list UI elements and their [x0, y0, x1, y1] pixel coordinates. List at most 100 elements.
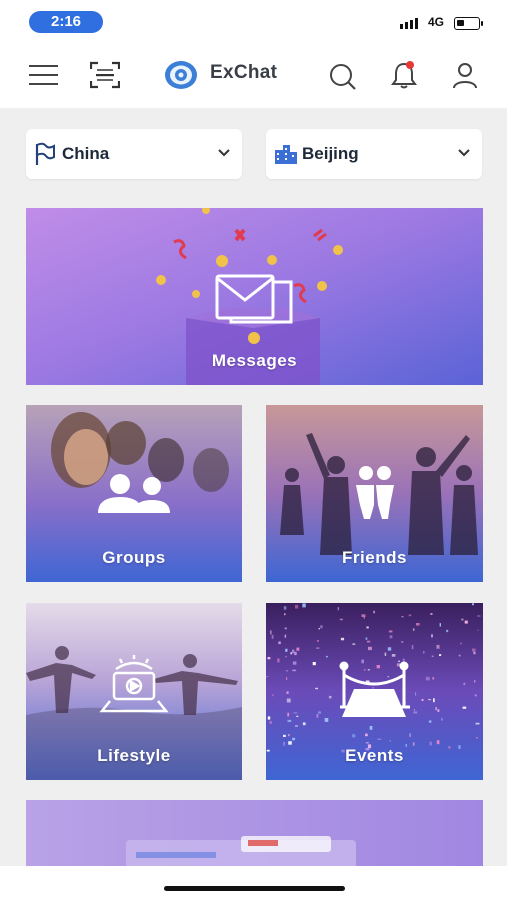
scan-icon[interactable]	[90, 61, 120, 89]
confetti-piece	[430, 613, 433, 615]
confetti-piece	[302, 722, 306, 726]
user-icon[interactable]	[452, 62, 478, 90]
confetti-piece	[296, 715, 299, 717]
confetti-piece	[292, 669, 297, 672]
confetti-piece	[284, 634, 287, 638]
confetti-piece	[372, 687, 374, 689]
network-type: 4G	[428, 15, 445, 29]
confetti-piece	[271, 634, 274, 639]
confetti-piece	[318, 711, 321, 714]
confetti-piece	[477, 629, 479, 631]
confetti-piece	[316, 647, 320, 649]
confetti-piece	[284, 627, 287, 630]
confetti-piece	[339, 618, 343, 621]
confetti-piece	[436, 644, 440, 649]
lifestyle-tile[interactable]: Lifestyle	[26, 603, 242, 780]
confetti-piece	[287, 712, 290, 717]
events-tile[interactable]: Events	[266, 603, 483, 780]
city-icon	[275, 145, 297, 164]
status-time: 2:16	[29, 11, 103, 33]
confetti-piece	[388, 630, 393, 633]
confetti-piece	[288, 741, 292, 745]
next-tile-illustration	[26, 800, 483, 870]
confetti-piece	[277, 658, 280, 663]
confetti-piece	[292, 649, 295, 654]
confetti-piece	[462, 706, 467, 709]
confetti-piece	[312, 662, 316, 666]
confetti-piece	[316, 640, 319, 642]
exchat-logo	[165, 61, 197, 89]
status-bar: 2:16 4G	[0, 0, 507, 44]
confetti-piece	[458, 654, 461, 657]
confetti-piece	[472, 648, 476, 652]
home-indicator[interactable]	[164, 886, 345, 891]
confetti-piece	[316, 714, 319, 718]
flag-icon	[35, 142, 55, 165]
bell-icon[interactable]	[390, 60, 418, 90]
confetti-piece	[387, 676, 390, 678]
confetti-piece	[365, 732, 368, 736]
confetti-piece	[439, 623, 441, 627]
confetti-piece	[337, 607, 339, 611]
app-header: ExChat	[0, 44, 507, 108]
confetti-piece	[387, 647, 392, 651]
messages-tile[interactable]: Messages	[26, 208, 483, 385]
confetti-piece	[411, 645, 414, 650]
confetti-piece	[431, 634, 433, 638]
confetti-piece	[416, 623, 420, 626]
signal-icon	[400, 18, 418, 29]
confetti-piece	[266, 676, 269, 678]
confetti-piece	[295, 604, 299, 609]
confetti-piece	[473, 651, 476, 655]
confetti-piece	[432, 677, 435, 680]
confetti-piece	[287, 719, 292, 723]
friends-tile[interactable]: Friends	[266, 405, 483, 582]
confetti-piece	[377, 738, 382, 740]
confetti-piece	[439, 654, 442, 656]
confetti-piece	[363, 668, 366, 671]
confetti-piece	[352, 734, 356, 738]
groups-tile[interactable]: Groups	[26, 405, 242, 582]
confetti-piece	[340, 637, 345, 641]
confetti-piece	[285, 648, 288, 652]
confetti-piece	[285, 670, 288, 672]
friends-label: Friends	[342, 548, 407, 567]
search-icon[interactable]	[329, 63, 357, 91]
confetti-piece	[366, 626, 369, 629]
confetti-piece	[423, 651, 425, 654]
city-select[interactable]: Beijing	[266, 129, 482, 179]
confetti-piece	[325, 655, 328, 658]
confetti-piece	[412, 628, 415, 631]
confetti-piece	[284, 613, 286, 616]
menu-icon[interactable]	[29, 64, 59, 86]
confetti-piece	[389, 635, 393, 639]
confetti-piece	[391, 654, 396, 657]
notification-dot	[406, 61, 414, 69]
confetti-piece	[267, 716, 271, 720]
confetti-piece	[428, 720, 432, 723]
messages-label: Messages	[211, 351, 298, 370]
battery-icon	[454, 17, 483, 30]
confetti-piece	[290, 652, 292, 655]
confetti-piece	[294, 651, 297, 656]
confetti-piece	[292, 661, 297, 665]
events-label: Events	[345, 746, 404, 765]
next-tile[interactable]	[26, 800, 483, 870]
confetti-piece	[463, 682, 466, 686]
confetti-piece	[352, 643, 356, 645]
confetti-piece	[401, 616, 404, 618]
confetti-piece	[267, 657, 271, 660]
confetti-piece	[283, 734, 286, 737]
confetti-piece	[413, 709, 415, 711]
confetti-piece	[433, 698, 435, 703]
confetti-piece	[428, 699, 431, 701]
country-select[interactable]: China	[26, 129, 242, 179]
lifestyle-label: Lifestyle	[97, 746, 171, 765]
chevron-down-icon	[218, 149, 230, 157]
confetti-piece	[288, 734, 290, 737]
confetti-piece	[413, 711, 418, 714]
confetti-piece	[421, 698, 424, 701]
confetti-piece	[475, 722, 480, 725]
confetti-piece	[293, 712, 298, 714]
confetti-piece	[318, 627, 320, 630]
